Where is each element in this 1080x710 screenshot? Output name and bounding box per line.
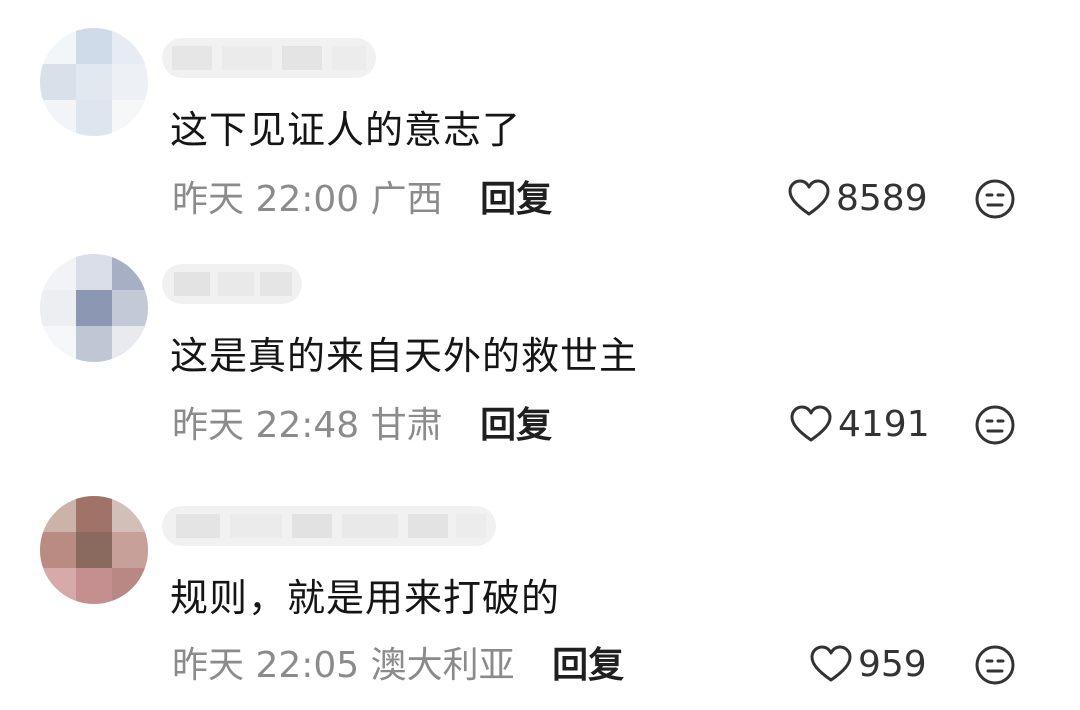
comment-time: 昨天 22:00 [172,179,360,220]
like-button[interactable]: 4191 [788,402,930,446]
reply-button[interactable]: 回复 [480,179,552,220]
comment-location: 澳大利亚 [370,645,515,686]
meh-face-icon[interactable] [974,404,1016,446]
like-count: 959 [858,643,927,685]
username-blurred[interactable] [162,506,496,546]
avatar[interactable] [40,254,148,362]
comment-meta: 昨天 22:48 甘肃 回复 [172,404,552,448]
like-count: 8589 [836,177,928,219]
comment-time: 昨天 22:05 [172,645,360,686]
avatar[interactable] [40,28,148,136]
meh-face-icon[interactable] [974,644,1016,686]
meh-face-icon[interactable] [974,178,1016,220]
comment-meta: 昨天 22:00 广西 回复 [172,178,552,222]
comment-text: 这是真的来自天外的救世主 [170,334,639,378]
comment-location: 甘肃 [370,405,443,446]
comment-location: 广西 [370,179,443,220]
avatar[interactable] [40,496,148,604]
reply-button[interactable]: 回复 [552,645,624,686]
comment-meta: 昨天 22:05 澳大利亚 回复 [172,644,624,688]
like-count: 4191 [838,403,930,445]
username-blurred[interactable] [162,264,302,304]
heart-outline-icon [788,179,830,216]
username-blurred[interactable] [162,38,376,78]
heart-outline-icon [790,405,832,442]
heart-outline-icon [810,645,852,682]
comment-text: 这下见证人的意志了 [170,108,522,152]
like-button[interactable]: 8589 [786,176,928,220]
comment-time: 昨天 22:48 [172,405,360,446]
comment-text: 规则，就是用来打破的 [170,576,561,620]
reply-button[interactable]: 回复 [480,405,552,446]
like-button[interactable]: 959 [808,642,927,686]
